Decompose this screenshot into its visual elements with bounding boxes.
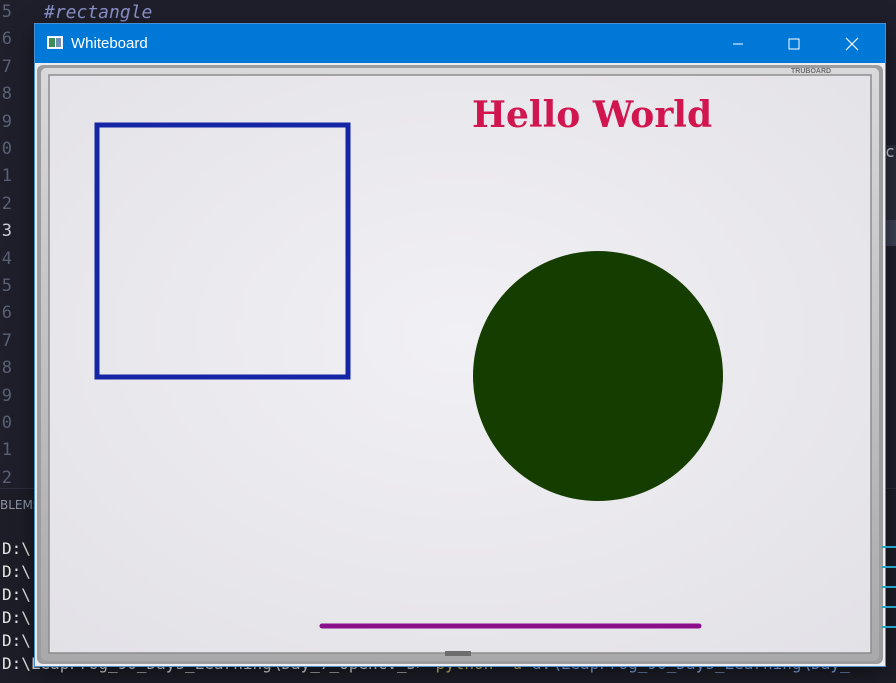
close-icon	[845, 37, 859, 50]
whiteboard-surface	[48, 74, 872, 654]
whiteboard-drawing: TRUBOARD Hello World	[37, 65, 883, 664]
line-number: 4	[1, 248, 12, 269]
line-number: 2	[1, 467, 12, 488]
line-number: 5	[1, 276, 12, 296]
hello-world-text: Hello World	[472, 94, 712, 136]
close-button[interactable]	[829, 24, 875, 63]
title-bar[interactable]: Whiteboard	[35, 24, 885, 63]
board-brand-logo: TRUBOARD	[791, 68, 831, 75]
line-number: 1	[1, 440, 12, 461]
whiteboard-canvas[interactable]: TRUBOARD Hello World	[35, 63, 885, 666]
code-comment: #rectangle	[44, 2, 153, 23]
terminal-line: D:\	[2, 562, 31, 582]
board-bottom-badge	[445, 651, 471, 656]
line-number: 8	[1, 358, 12, 379]
line-number: 9	[1, 385, 12, 406]
editor-scroll-marker	[886, 220, 896, 246]
line-number: 6	[1, 303, 12, 324]
line-number: 3	[1, 221, 12, 242]
maximize-button[interactable]	[771, 24, 817, 63]
line-number: 8	[1, 84, 12, 105]
minimize-button[interactable]	[715, 24, 761, 63]
line-number: 9	[1, 111, 12, 132]
line-number: 1	[1, 166, 12, 187]
terminal-prompt: D:\	[2, 562, 31, 581]
maximize-icon	[788, 38, 800, 49]
terminal-prompt: D:\	[2, 608, 31, 627]
line-number: 7	[1, 330, 12, 351]
terminal-edge-mark	[882, 586, 896, 588]
terminal-prompt: D:\	[2, 631, 31, 650]
whiteboard-window[interactable]: Whiteboard TRUBOARD Hello World	[35, 24, 885, 666]
line-number: 7	[1, 56, 12, 77]
terminal-edge-mark	[882, 606, 896, 608]
green-circle	[473, 251, 723, 501]
terminal-edge-mark	[882, 626, 896, 628]
window-title: Whiteboard	[71, 35, 148, 52]
terminal-line: D:\	[2, 585, 31, 605]
terminal-line: D:\	[2, 631, 31, 651]
terminal-line: D:\	[2, 539, 31, 559]
line-number: 0	[1, 413, 12, 433]
line-number: 5	[1, 2, 12, 22]
line-number: 0	[1, 139, 12, 159]
terminal-edge-mark	[882, 546, 896, 548]
whiteboard-app-icon	[47, 36, 63, 49]
terminal-prompt: D:\	[2, 539, 31, 558]
minimize-icon	[733, 43, 743, 44]
editor-right-char: c	[885, 142, 895, 161]
line-number: 6	[1, 29, 12, 50]
line-number: 2	[1, 193, 12, 214]
terminal-prompt: D:\	[2, 585, 31, 604]
terminal-edge-mark	[882, 566, 896, 568]
terminal-line: D:\	[2, 608, 31, 628]
